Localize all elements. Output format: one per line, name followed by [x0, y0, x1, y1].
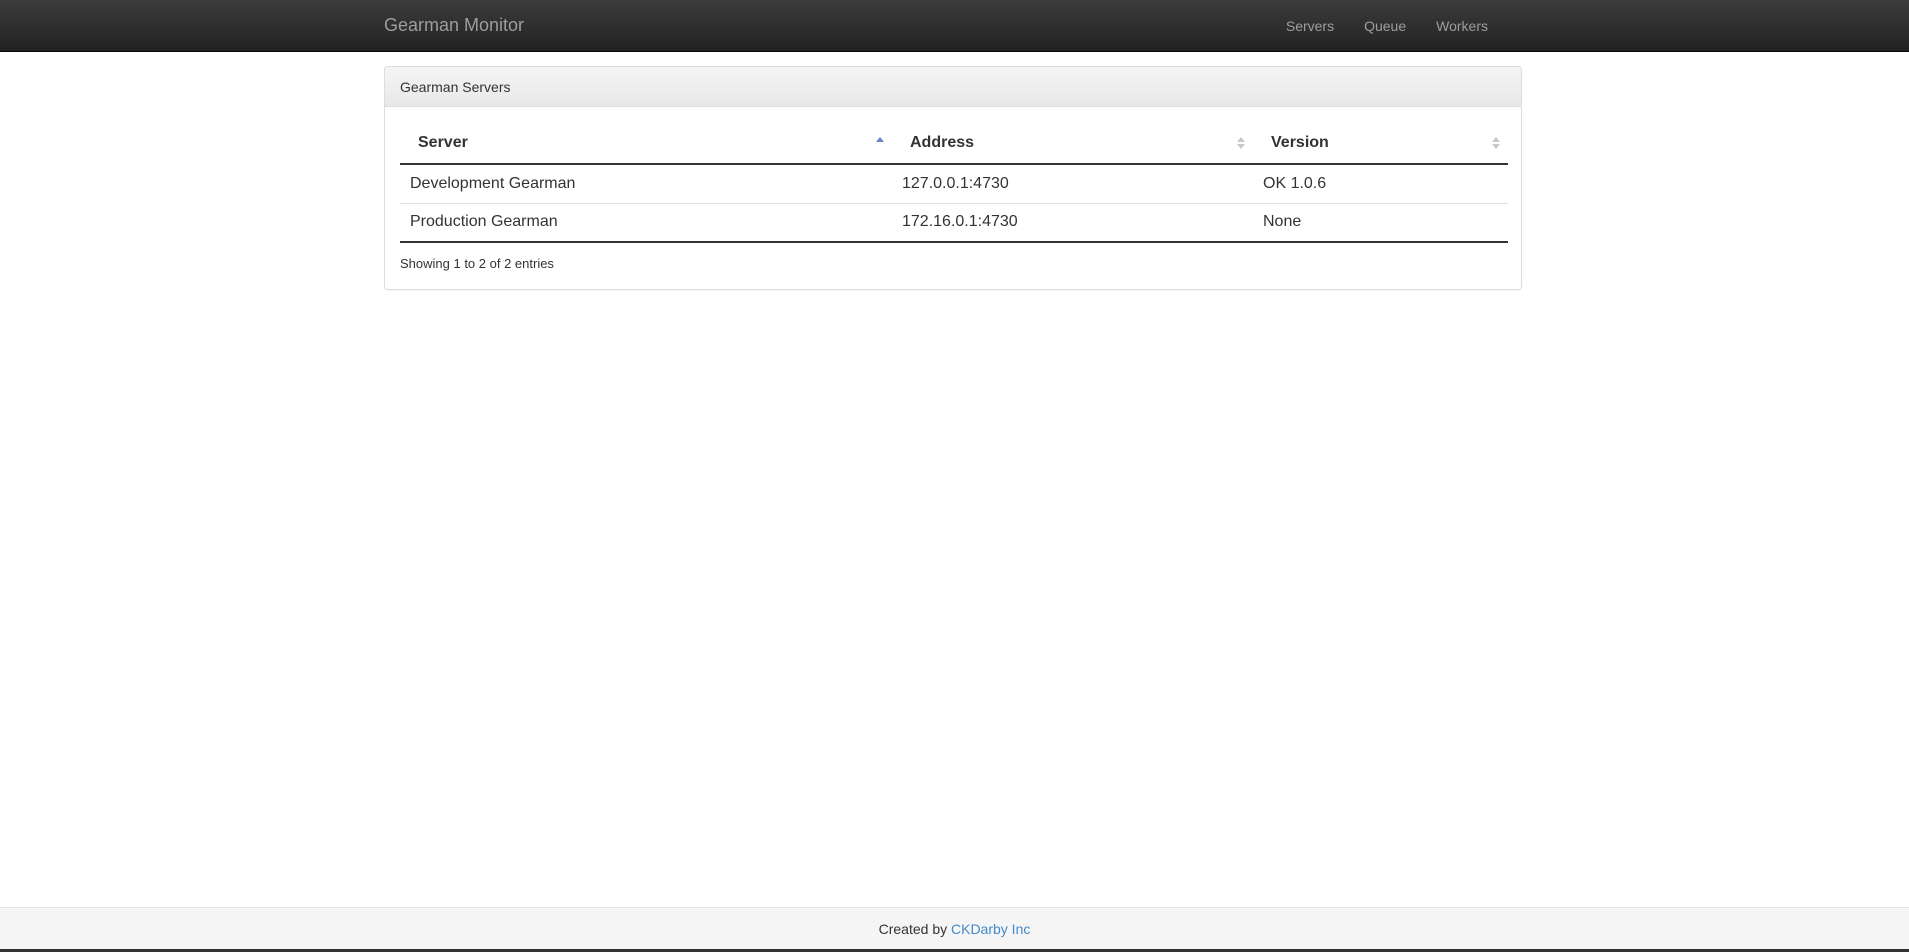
- column-header-label: Address: [910, 133, 975, 151]
- column-header-server[interactable]: Server: [400, 122, 892, 165]
- sort-asc-icon: [876, 136, 884, 142]
- brand-link[interactable]: Gearman Monitor: [384, 0, 524, 51]
- table-info: Showing 1 to 2 of 2 entries: [400, 256, 554, 271]
- table-row[interactable]: Development Gearman 127.0.0.1:4730 OK 1.…: [400, 164, 1508, 203]
- footer: Created by CKDarby Inc: [0, 907, 1909, 950]
- cell-server: Production Gearman: [400, 202, 892, 243]
- table-row[interactable]: Production Gearman 172.16.0.1:4730 None: [400, 202, 1508, 243]
- column-header-version[interactable]: Version: [1253, 122, 1508, 165]
- cell-server: Development Gearman: [410, 174, 576, 192]
- cell-version: OK 1.0.6: [1263, 174, 1327, 192]
- servers-panel: Gearman Servers Server Address Version D…: [384, 66, 1522, 290]
- column-header-label: Server: [418, 133, 468, 151]
- table-header-row: Server Address Version: [400, 122, 1508, 165]
- column-header-label: Version: [1271, 133, 1329, 151]
- panel-body: Server Address Version Development Gearm…: [385, 107, 1521, 284]
- nav-link-servers[interactable]: Servers: [1271, 1, 1349, 51]
- footer-prefix: Created by: [878, 921, 948, 937]
- nav-link-queue[interactable]: Queue: [1349, 1, 1421, 51]
- sort-both-icon: [1492, 136, 1500, 149]
- cell-version: None: [1253, 202, 1508, 243]
- navbar: Gearman Monitor Servers Queue Workers: [0, 0, 1909, 52]
- nav-link-workers[interactable]: Workers: [1421, 1, 1503, 51]
- cell-address: 172.16.0.1:4730: [892, 202, 1253, 243]
- nav-menu: Servers Queue Workers: [1271, 0, 1503, 51]
- panel-title: Gearman Servers: [385, 67, 1521, 107]
- sort-both-icon: [1237, 136, 1245, 149]
- footer-link[interactable]: CKDarby Inc: [951, 921, 1030, 937]
- column-header-address[interactable]: Address: [892, 122, 1253, 165]
- servers-table: Server Address Version Development Gearm…: [400, 122, 1508, 243]
- cell-address: 127.0.0.1:4730: [902, 174, 1009, 192]
